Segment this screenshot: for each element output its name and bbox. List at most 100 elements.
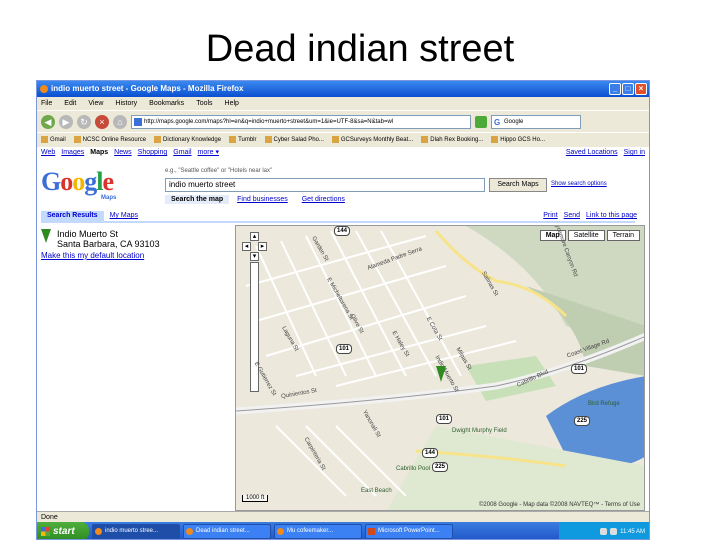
highway-shield: 144 bbox=[334, 226, 350, 236]
start-label: start bbox=[53, 526, 75, 537]
close-button[interactable]: × bbox=[635, 83, 647, 95]
bookmark-icon bbox=[491, 136, 499, 143]
gnav-more[interactable]: more ▾ bbox=[198, 147, 219, 159]
maps-search-input[interactable]: indio muerto street bbox=[165, 178, 485, 192]
maximize-button[interactable]: □ bbox=[622, 83, 634, 95]
bookmark-item[interactable]: Gmail bbox=[41, 133, 66, 146]
bookmark-item[interactable]: Dictionary Knowledge bbox=[154, 133, 221, 146]
url-bar[interactable]: http://maps.google.com/maps?hl=en&q=indi… bbox=[131, 114, 471, 129]
menu-tools[interactable]: Tools bbox=[196, 97, 212, 110]
search-maps-button[interactable]: Search Maps bbox=[489, 178, 547, 192]
bookmark-label: NCSC Online Resource bbox=[82, 136, 147, 143]
clock: 11:45 AM bbox=[620, 528, 645, 535]
tab-get-directions[interactable]: Get directions bbox=[296, 195, 351, 204]
bookmark-label: Dlah Rex Booking... bbox=[430, 136, 484, 143]
print-link[interactable]: Print bbox=[543, 212, 557, 219]
system-tray: 11:45 AM bbox=[559, 522, 649, 539]
search-subtabs: Search the map Find businesses Get direc… bbox=[165, 195, 351, 204]
bookmarks-toolbar: Gmail NCSC Online Resource Dictionary Kn… bbox=[37, 132, 649, 146]
window-title: indio muerto street - Google Maps - Mozi… bbox=[51, 84, 244, 93]
poi-label: Cabrillo Pool bbox=[396, 466, 431, 472]
web-search-box[interactable]: G Google bbox=[491, 114, 581, 129]
map-type-buttons: Map Satellite Terrain bbox=[539, 230, 640, 241]
tray-icon[interactable] bbox=[610, 528, 618, 535]
favicon-icon bbox=[134, 117, 142, 126]
forward-button[interactable]: ▶ bbox=[59, 114, 73, 129]
menu-edit[interactable]: Edit bbox=[64, 97, 76, 110]
bookmark-icon bbox=[154, 136, 162, 143]
map-canvas[interactable]: ▴ ◂ ▸ ▾ Map Satellite Terrain Garden St … bbox=[235, 225, 645, 511]
firefox-icon bbox=[40, 85, 48, 93]
url-text: http://maps.google.com/maps?hl=en&q=indi… bbox=[144, 118, 394, 125]
pan-down-button[interactable]: ▾ bbox=[250, 252, 259, 261]
bookmark-label: Hippo GCS Ho... bbox=[500, 136, 545, 143]
tab-search-the-map[interactable]: Search the map bbox=[165, 195, 230, 204]
poi-label: Bird Refuge bbox=[588, 401, 620, 407]
tray-icon[interactable] bbox=[600, 528, 608, 535]
home-button[interactable]: ⌂ bbox=[113, 114, 127, 129]
menu-bar: File Edit View History Bookmarks Tools H… bbox=[37, 97, 649, 110]
taskbar-item[interactable]: Microsoft PowerPoint... bbox=[365, 524, 453, 539]
bookmark-label: Gmail bbox=[50, 136, 66, 143]
map-type-satellite[interactable]: Satellite bbox=[567, 230, 605, 241]
bookmark-item[interactable]: Hippo GCS Ho... bbox=[491, 133, 545, 146]
task-label: Dead indian street... bbox=[196, 528, 250, 534]
result-name[interactable]: Indio Muerto St bbox=[57, 229, 118, 239]
taskbar-item[interactable]: indio muerto stree... bbox=[92, 524, 180, 539]
task-label: indio muerto stree... bbox=[105, 528, 159, 534]
back-button[interactable]: ◀ bbox=[41, 114, 55, 129]
menu-help[interactable]: Help bbox=[225, 97, 239, 110]
search-engine-name: Google bbox=[504, 118, 524, 125]
show-search-options-link[interactable]: Show search options bbox=[551, 181, 607, 187]
bookmark-label: GCSurveys Monthly Beat... bbox=[340, 136, 414, 143]
bookmark-icon bbox=[229, 136, 237, 143]
map-type-terrain[interactable]: Terrain bbox=[606, 230, 640, 241]
saved-locations-link[interactable]: Saved Locations bbox=[566, 147, 618, 159]
poi-label: Dwight Murphy Field bbox=[452, 428, 507, 434]
pan-right-button[interactable]: ▸ bbox=[258, 242, 267, 251]
pan-up-button[interactable]: ▴ bbox=[250, 232, 259, 241]
taskbar-item[interactable]: Dead indian street... bbox=[183, 524, 271, 539]
menu-view[interactable]: View bbox=[88, 97, 103, 110]
bookmark-icon bbox=[73, 136, 81, 143]
logo-maps-label: Maps bbox=[101, 195, 117, 201]
map-copyright: ©2008 Google - Map data ©2008 NAVTEQ™ - … bbox=[478, 502, 640, 508]
reload-button[interactable]: ↻ bbox=[77, 114, 91, 129]
bookmark-item[interactable]: Dlah Rex Booking... bbox=[421, 133, 483, 146]
gnav-web[interactable]: Web bbox=[41, 147, 55, 159]
pan-left-button[interactable]: ◂ bbox=[242, 242, 251, 251]
bookmark-icon bbox=[41, 136, 48, 143]
taskbar-item[interactable]: Mu cofeemaker... bbox=[274, 524, 362, 539]
start-button[interactable]: start bbox=[37, 522, 89, 539]
task-label: Microsoft PowerPoint... bbox=[378, 528, 440, 534]
stop-button[interactable]: × bbox=[95, 114, 109, 129]
firefox-icon bbox=[186, 528, 193, 535]
go-button[interactable] bbox=[475, 115, 487, 128]
tab-search-results[interactable]: Search Results bbox=[41, 211, 104, 221]
google-nav-right: Saved Locations Sign in bbox=[566, 147, 645, 159]
location-pin-icon[interactable] bbox=[436, 366, 446, 382]
bookmark-item[interactable]: Tumblr bbox=[229, 133, 257, 146]
bookmark-item[interactable]: NCSC Online Resource bbox=[73, 133, 147, 146]
google-logo[interactable]: Google bbox=[41, 167, 114, 197]
bookmark-item[interactable]: GCSurveys Monthly Beat... bbox=[331, 133, 414, 146]
send-link[interactable]: Send bbox=[564, 212, 580, 219]
minimize-button[interactable]: _ bbox=[609, 83, 621, 95]
tab-my-maps[interactable]: My Maps bbox=[104, 211, 144, 221]
map-scale: 1000 ft bbox=[242, 495, 269, 502]
gnav-maps[interactable]: Maps bbox=[90, 147, 108, 159]
result-marker-icon bbox=[41, 229, 51, 243]
menu-file[interactable]: File bbox=[41, 97, 52, 110]
tab-find-businesses[interactable]: Find businesses bbox=[231, 195, 294, 204]
highway-shield: 225 bbox=[432, 462, 448, 472]
menu-bookmarks[interactable]: Bookmarks bbox=[149, 97, 184, 110]
gnav-gmail[interactable]: Gmail bbox=[173, 147, 191, 159]
menu-history[interactable]: History bbox=[115, 97, 137, 110]
sign-in-link[interactable]: Sign in bbox=[624, 147, 645, 159]
bookmark-item[interactable]: Cyber Salad Pho... bbox=[264, 133, 324, 146]
gnav-shopping[interactable]: Shopping bbox=[138, 147, 168, 159]
link-to-page-link[interactable]: Link to this page bbox=[586, 212, 637, 219]
make-default-location-link[interactable]: Make this my default location bbox=[41, 251, 144, 260]
gnav-images[interactable]: Images bbox=[61, 147, 84, 159]
gnav-news[interactable]: News bbox=[114, 147, 132, 159]
